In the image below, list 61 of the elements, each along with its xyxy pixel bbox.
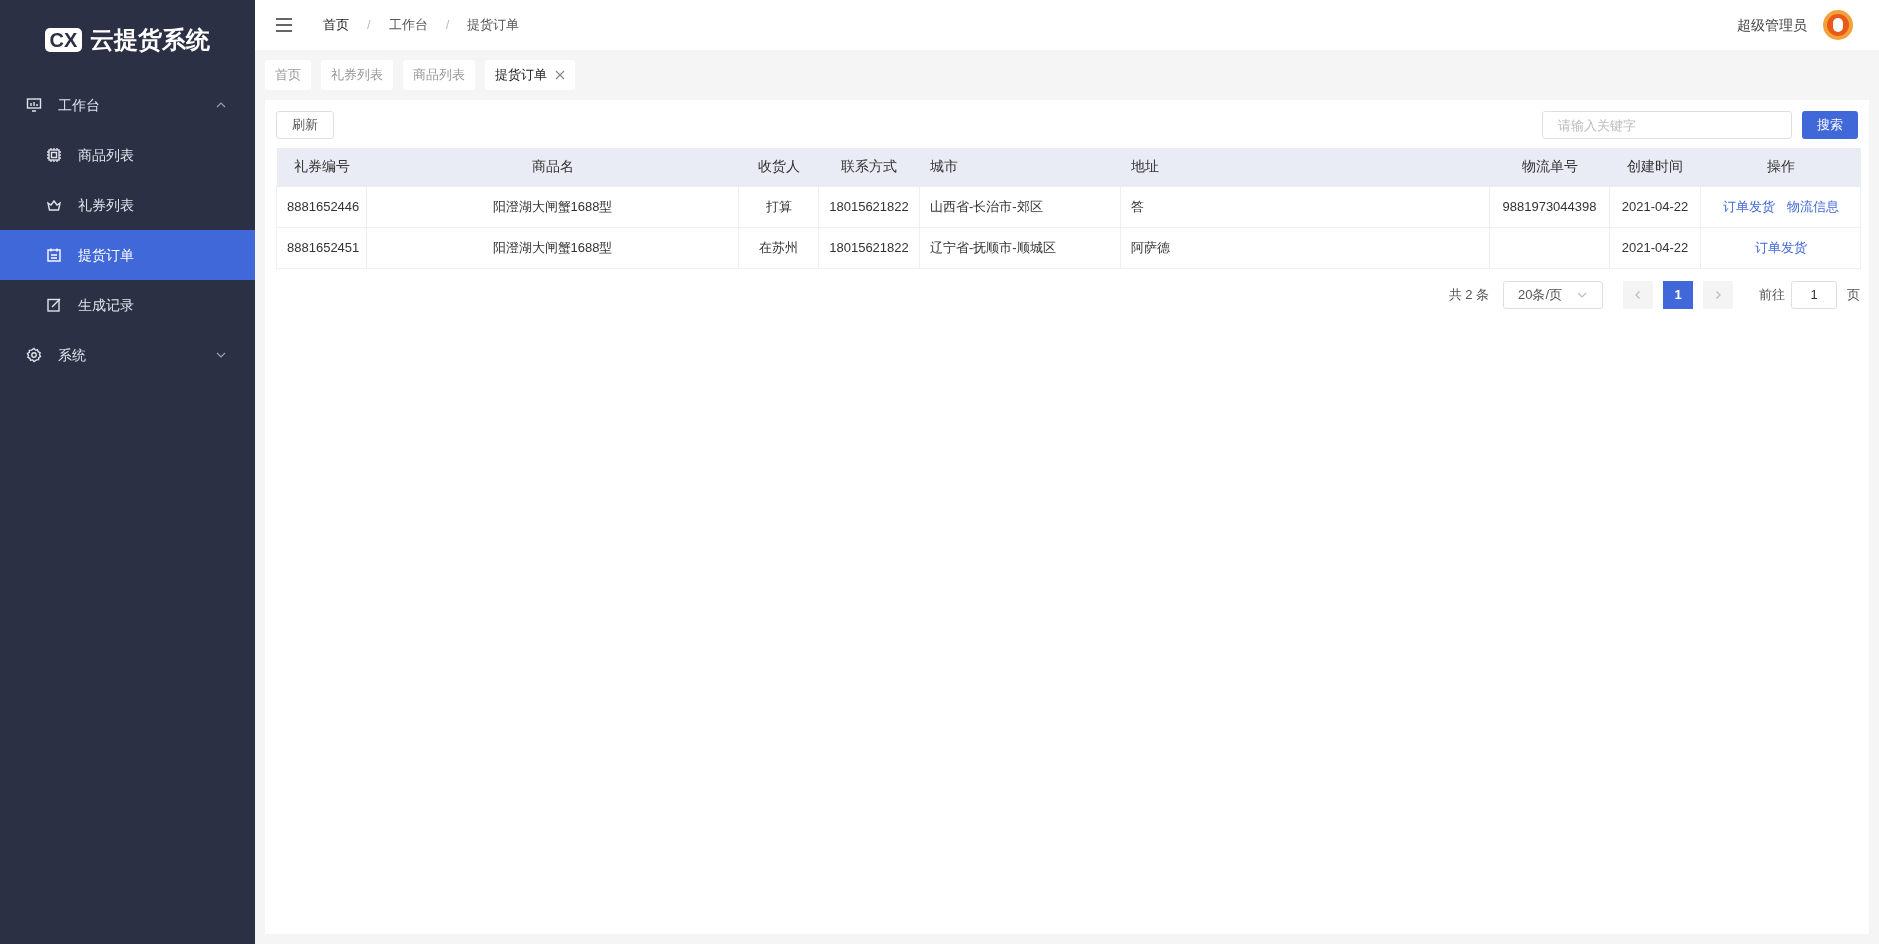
breadcrumb-item[interactable]: 工作台 xyxy=(388,15,428,35)
total-count: 共 2 条 xyxy=(1448,285,1489,304)
monitor-icon xyxy=(26,97,42,113)
goto-label: 前往 xyxy=(1759,285,1785,304)
column-header: 城市 xyxy=(919,148,1121,186)
refresh-button[interactable]: 刷新 xyxy=(276,111,334,139)
calendar-icon xyxy=(46,247,62,263)
close-icon[interactable] xyxy=(555,70,565,80)
table-cell: 在苏州 xyxy=(738,227,819,268)
table-cell: 山西省-长治市-郊区 xyxy=(919,186,1121,227)
action-link[interactable]: 订单发货 xyxy=(1722,196,1775,217)
chip-icon xyxy=(46,147,62,163)
logo-title: 云提货系统 xyxy=(90,25,211,55)
chevron-right-icon xyxy=(1713,289,1723,300)
table-cell: 阳澄湖大闸蟹1688型 xyxy=(366,227,739,268)
table-cell: 阿萨德 xyxy=(1120,227,1490,268)
breadcrumb-item: 提货订单 xyxy=(467,16,520,35)
search-field[interactable]: 请输入关键字 xyxy=(1542,111,1792,139)
menu-group[interactable]: 工作台 xyxy=(0,80,255,130)
column-header: 收货人 xyxy=(738,148,819,186)
menu-item[interactable]: 礼券列表 xyxy=(0,180,255,230)
table-cell: 打算 xyxy=(738,186,819,227)
page-tab[interactable]: 提货订单 xyxy=(485,60,575,90)
menu-item[interactable]: 商品列表 xyxy=(0,130,255,180)
search-button[interactable]: 搜索 xyxy=(1802,111,1858,139)
action-link[interactable]: 物流信息 xyxy=(1786,196,1839,217)
breadcrumb-separator: / xyxy=(445,16,450,35)
column-header: 地址 xyxy=(1120,148,1490,186)
table-cell: 8881652446 xyxy=(276,186,367,227)
column-header: 联系方式 xyxy=(818,148,920,186)
goto-suffix: 页 xyxy=(1847,285,1860,304)
breadcrumb-separator: / xyxy=(367,16,371,35)
page-size-select[interactable]: 20条/页 xyxy=(1503,280,1603,309)
action-link[interactable]: 订单发货 xyxy=(1754,237,1807,258)
table-cell: 2021-04-22 xyxy=(1609,227,1701,268)
table-cell: 答 xyxy=(1120,186,1490,227)
table-cell: 辽宁省-抚顺市-顺城区 xyxy=(919,227,1121,268)
menu-group[interactable]: 系统 xyxy=(0,330,255,380)
menu-icon[interactable] xyxy=(275,18,293,32)
table-cell: 阳澄湖大闸蟹1688型 xyxy=(366,186,739,227)
edit-note-icon xyxy=(46,297,62,313)
settings-icon xyxy=(26,347,42,363)
column-header: 创建时间 xyxy=(1609,148,1701,186)
menu-item[interactable]: 生成记录 xyxy=(0,280,255,330)
breadcrumb-item[interactable]: 首页 xyxy=(323,15,349,35)
column-header: 物流单号 xyxy=(1489,148,1610,186)
table-cell: 18015621822 xyxy=(818,227,920,268)
menu-item[interactable]: 提货订单 xyxy=(0,230,255,280)
table-cell: 8881652451 xyxy=(276,227,367,268)
page-number[interactable]: 1 xyxy=(1663,280,1693,309)
avatar[interactable] xyxy=(1823,10,1853,40)
table-cell: 9881973044398 xyxy=(1489,186,1610,227)
logo-mark: CX xyxy=(44,28,83,52)
column-header: 礼券编号 xyxy=(276,148,367,186)
chevron-left-icon xyxy=(1633,289,1643,300)
user-name[interactable]: 超级管理员 xyxy=(1737,14,1807,36)
column-header: 操作 xyxy=(1700,148,1861,186)
table-cell: 18015621822 xyxy=(818,186,920,227)
table-cell: 2021-04-22 xyxy=(1609,186,1701,227)
goto-page-field[interactable]: 1 xyxy=(1791,280,1837,309)
column-header: 商品名 xyxy=(366,148,739,186)
